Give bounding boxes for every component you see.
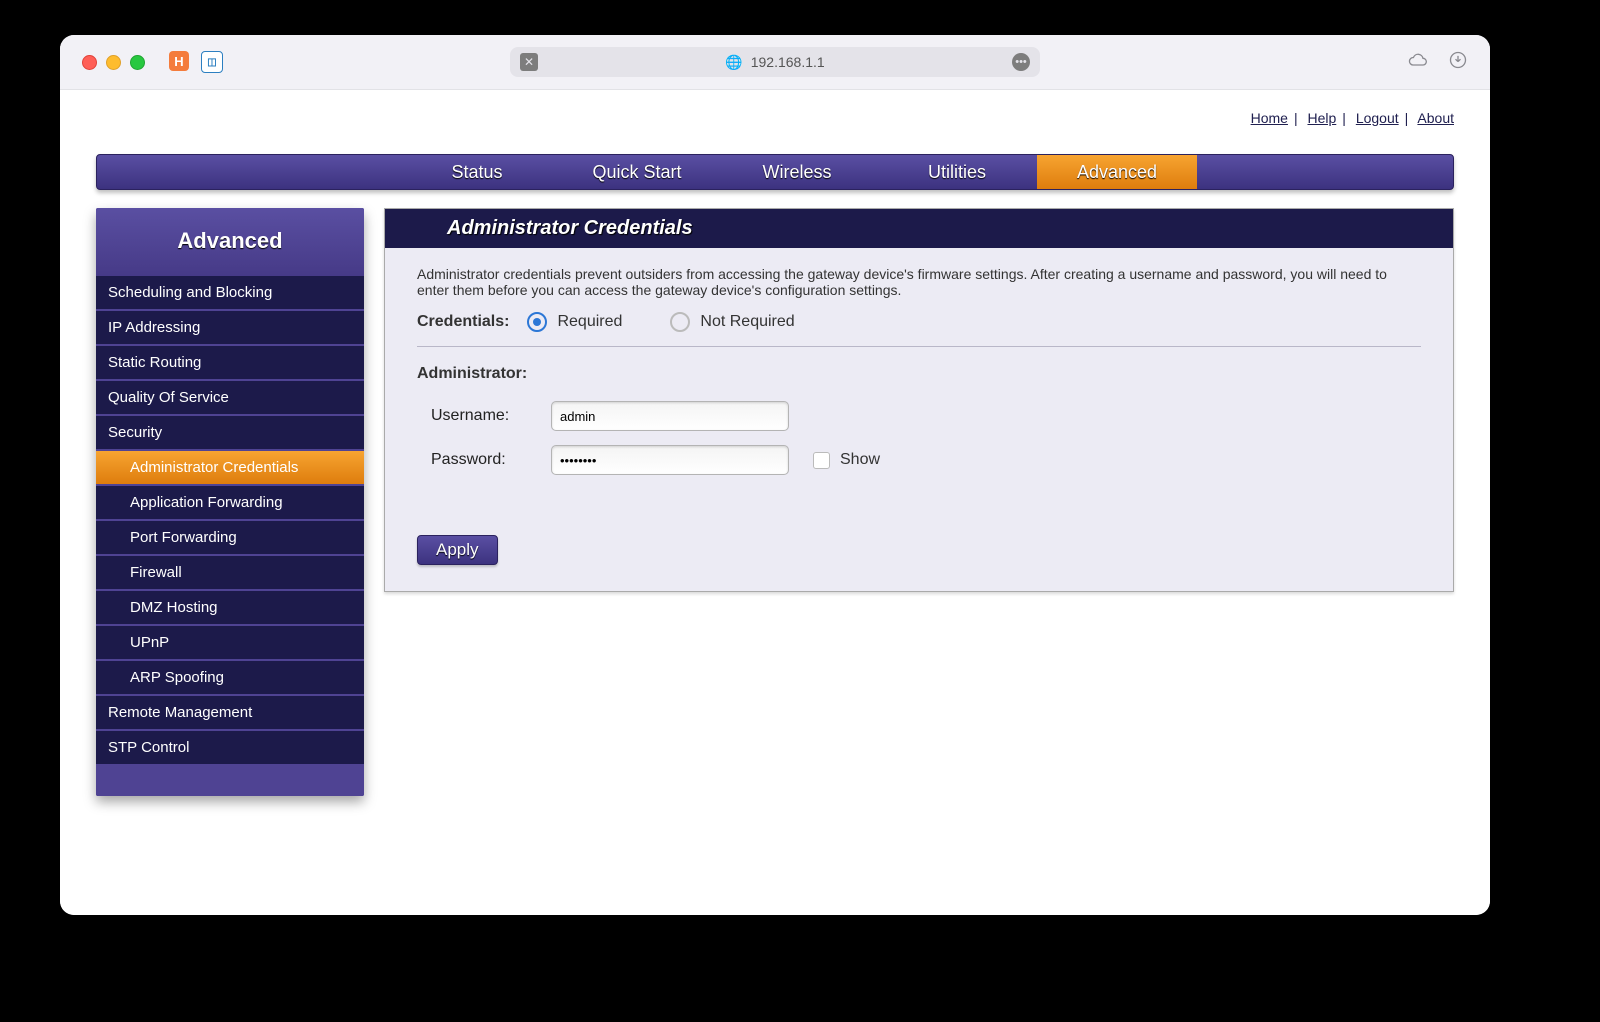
username-label: Username: (417, 407, 551, 425)
apply-button[interactable]: Apply (417, 535, 498, 565)
link-home[interactable]: Home (1251, 110, 1288, 126)
password-input[interactable] (551, 445, 789, 475)
link-help[interactable]: Help (1307, 110, 1336, 126)
browser-window: H ◫ ✕ 🌐 192.168.1.1 ••• Home| Help| Logo… (60, 35, 1490, 915)
minimize-window-icon[interactable] (106, 55, 121, 70)
icloud-icon[interactable] (1408, 50, 1428, 75)
address-text: 192.168.1.1 (751, 54, 825, 70)
window-controls (82, 55, 145, 70)
tab-wireless[interactable]: Wireless (717, 155, 877, 189)
sidebar-item-port-fwd[interactable]: Port Forwarding (96, 521, 364, 556)
tab-utilities[interactable]: Utilities (877, 155, 1037, 189)
address-bar[interactable]: ✕ 🌐 192.168.1.1 ••• (510, 47, 1040, 77)
administrator-label: Administrator: (417, 365, 1421, 383)
link-about[interactable]: About (1417, 110, 1454, 126)
titlebar: H ◫ ✕ 🌐 192.168.1.1 ••• (60, 35, 1490, 90)
content-title: Administrator Credentials (385, 209, 1453, 248)
stop-icon[interactable]: ✕ (520, 53, 538, 71)
globe-icon: 🌐 (725, 54, 742, 71)
content-panel: Administrator Credentials Administrator … (384, 208, 1454, 592)
sidebar-item-security[interactable]: Security (96, 416, 364, 451)
page: Home| Help| Logout| About Status Quick S… (60, 90, 1490, 915)
sidebar-item-dmz[interactable]: DMZ Hosting (96, 591, 364, 626)
sidebar-item-app-fwd[interactable]: Application Forwarding (96, 486, 364, 521)
link-logout[interactable]: Logout (1356, 110, 1399, 126)
radio-notrequired-label: Not Required (700, 313, 794, 331)
sidebar-item-upnp[interactable]: UPnP (96, 626, 364, 661)
radio-required-label: Required (557, 313, 622, 331)
main-nav: Status Quick Start Wireless Utilities Ad… (96, 154, 1454, 190)
app-icon-trello[interactable]: ◫ (201, 51, 223, 73)
downloads-icon[interactable] (1448, 50, 1468, 75)
sidebar-item-arp[interactable]: ARP Spoofing (96, 661, 364, 696)
credentials-label: Credentials: (417, 313, 509, 331)
sidebar-item-remote[interactable]: Remote Management (96, 696, 364, 731)
show-password-label: Show (840, 451, 880, 469)
sidebar-item-stp[interactable]: STP Control (96, 731, 364, 766)
sidebar-item-ip[interactable]: IP Addressing (96, 311, 364, 346)
sidebar: Advanced Scheduling and Blocking IP Addr… (96, 208, 364, 796)
username-input[interactable] (551, 401, 789, 431)
sidebar-item-firewall[interactable]: Firewall (96, 556, 364, 591)
sidebar-item-admin-cred[interactable]: Administrator Credentials (96, 451, 364, 486)
sidebar-item-scheduling[interactable]: Scheduling and Blocking (96, 276, 364, 311)
tab-advanced[interactable]: Advanced (1037, 155, 1197, 189)
password-label: Password: (417, 451, 551, 469)
sidebar-item-static[interactable]: Static Routing (96, 346, 364, 381)
close-window-icon[interactable] (82, 55, 97, 70)
tab-quickstart[interactable]: Quick Start (557, 155, 717, 189)
top-links: Home| Help| Logout| About (60, 90, 1490, 134)
tab-status[interactable]: Status (397, 155, 557, 189)
radio-required[interactable]: Required (527, 312, 622, 332)
app-icon-h[interactable]: H (169, 51, 189, 71)
content-description: Administrator credentials prevent outsid… (417, 266, 1421, 298)
site-settings-icon[interactable]: ••• (1012, 53, 1030, 71)
show-password-checkbox[interactable] (813, 452, 830, 469)
maximize-window-icon[interactable] (130, 55, 145, 70)
radio-not-required[interactable]: Not Required (670, 312, 794, 332)
sidebar-item-qos[interactable]: Quality Of Service (96, 381, 364, 416)
sidebar-title: Advanced (96, 208, 364, 276)
